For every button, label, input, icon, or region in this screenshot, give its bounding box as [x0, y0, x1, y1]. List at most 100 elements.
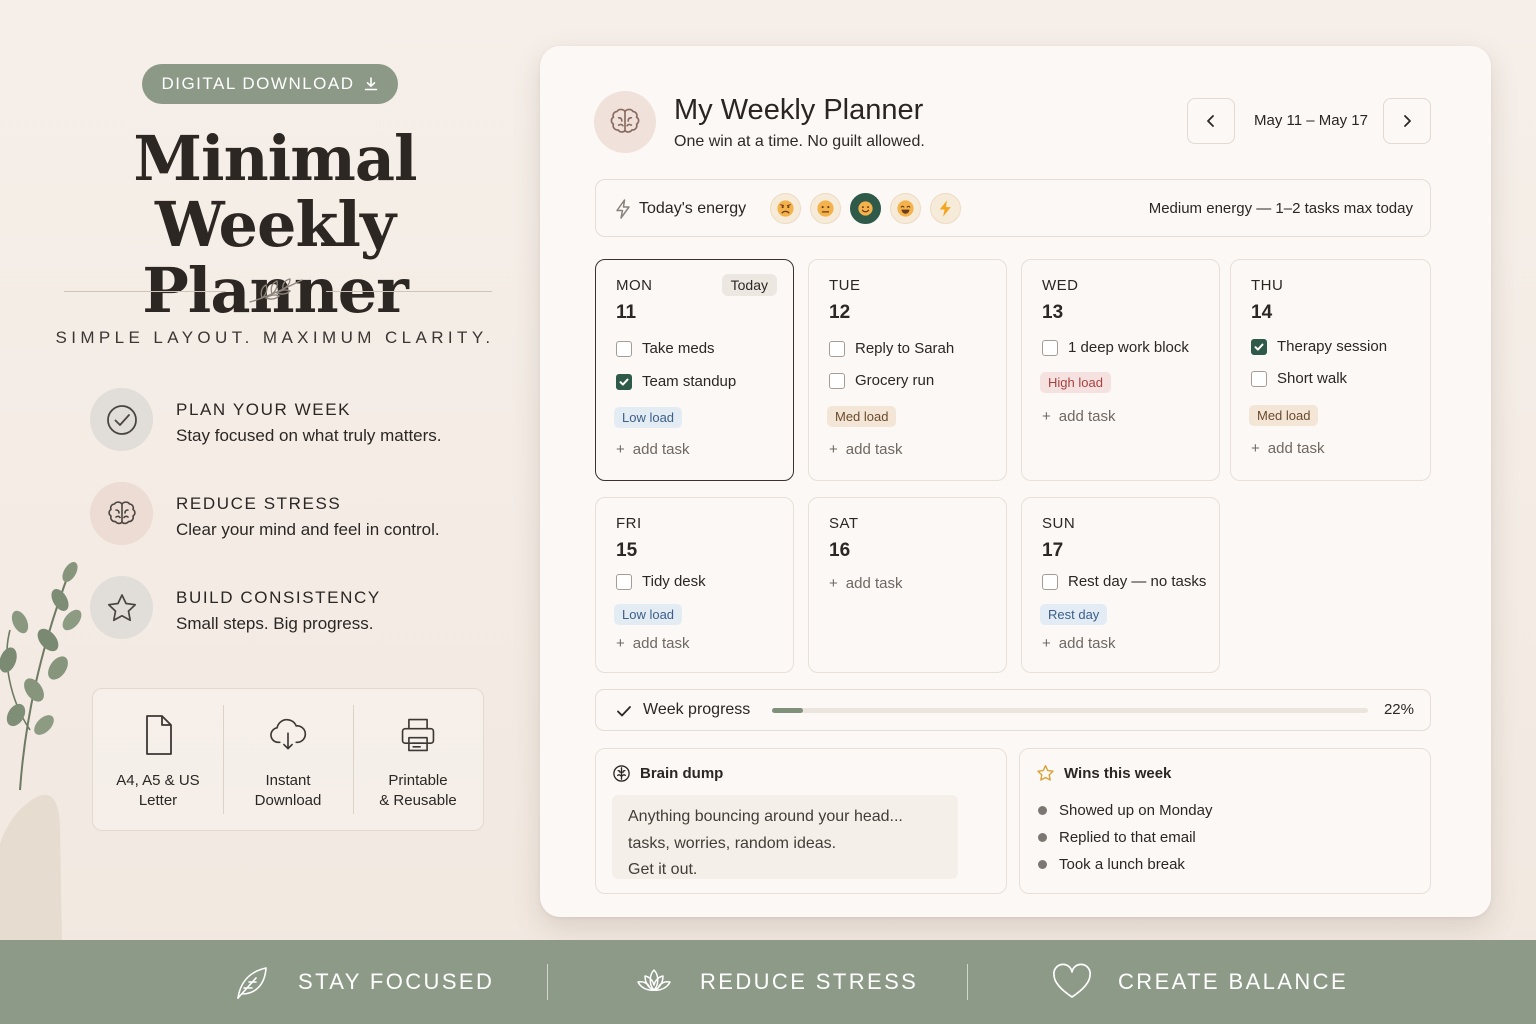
add-task-button[interactable]: + add task — [829, 575, 902, 592]
load-badge: Rest day — [1040, 604, 1108, 625]
brain-icon — [613, 765, 630, 782]
checkbox-checked[interactable] — [1251, 338, 1267, 355]
star-icon — [107, 593, 136, 621]
task-item[interactable]: Therapy session — [1251, 338, 1387, 355]
planner-card: My Weekly Planner One win at a time. No … — [540, 46, 1491, 917]
brain-dump-textarea[interactable]: Anything bouncing around your head... ta… — [612, 795, 958, 879]
plus-icon: + — [616, 441, 625, 458]
progress-fill — [772, 708, 804, 713]
mood-option-low[interactable] — [810, 193, 841, 224]
task-item[interactable]: Short walk — [1251, 370, 1347, 387]
footer-item-balance: CREATE BALANCE — [1050, 940, 1348, 1024]
feature-consistency: BUILD CONSISTENCY Small steps. Big progr… — [90, 576, 520, 640]
add-task-button[interactable]: + add task — [829, 441, 902, 458]
task-item[interactable]: Tidy desk — [616, 573, 706, 590]
checkbox[interactable] — [1251, 370, 1267, 387]
task-item[interactable]: Take meds — [616, 340, 715, 357]
check-icon — [619, 378, 629, 386]
footer-divider — [967, 964, 968, 1000]
day-card-tue: TUE 12 Reply to Sarah Grocery run Med lo… — [808, 259, 1007, 481]
sad-face-icon — [777, 200, 794, 217]
load-badge: Low load — [614, 407, 683, 428]
load-badge: Low load — [614, 604, 683, 625]
divider-right — [326, 291, 492, 292]
lightning-icon — [939, 200, 951, 217]
load-badge: Med load — [1249, 405, 1319, 426]
checkbox[interactable] — [1042, 573, 1058, 590]
load-badge: Med load — [827, 406, 897, 427]
smile-face-icon — [858, 201, 873, 216]
format-download: Instant Download — [223, 689, 353, 830]
task-item[interactable]: Team standup — [616, 373, 736, 390]
plus-icon: + — [829, 441, 838, 458]
page-subtitle: One win at a time. No guilt allowed. — [674, 133, 925, 150]
add-task-button[interactable]: + add task — [616, 441, 689, 458]
checkbox[interactable] — [1042, 339, 1058, 356]
plus-icon: + — [1042, 635, 1051, 652]
tagline: SIMPLE LAYOUT. MAXIMUM CLARITY. — [55, 328, 495, 347]
today-badge: Today — [721, 274, 777, 296]
mood-option-high[interactable] — [930, 193, 961, 224]
add-task-button[interactable]: + add task — [1251, 440, 1324, 457]
prev-week-button[interactable] — [1187, 98, 1235, 144]
plus-icon: + — [1251, 440, 1260, 457]
page-title: My Weekly Planner — [674, 94, 924, 126]
checkbox[interactable] — [616, 573, 632, 590]
checkbox[interactable] — [829, 340, 845, 357]
list-item: Replied to that email — [1038, 824, 1212, 851]
next-week-button[interactable] — [1383, 98, 1431, 144]
checkbox-checked[interactable] — [616, 373, 632, 390]
add-task-button[interactable]: + add task — [616, 635, 689, 652]
footer-divider — [547, 964, 548, 1000]
format-sizes: A4, A5 & US Letter — [93, 689, 223, 830]
brain-icon — [610, 108, 640, 133]
task-item[interactable]: Grocery run — [829, 372, 934, 389]
check-icon — [617, 706, 631, 717]
task-item[interactable]: 1 deep work block — [1042, 339, 1189, 356]
week-progress: Week progress 22% — [595, 689, 1431, 731]
printer-icon — [401, 718, 435, 752]
lotus-icon — [637, 969, 671, 991]
lightning-icon — [616, 199, 630, 219]
brain-dump-panel: Brain dump Anything bouncing around your… — [595, 748, 1007, 894]
avatar — [594, 91, 656, 153]
energy-selector — [770, 193, 961, 224]
list-item: Showed up on Monday — [1038, 797, 1212, 824]
plant-vase-decoration — [0, 562, 82, 940]
list-item: Took a lunch break — [1038, 851, 1212, 878]
format-printable: Printable & Reusable — [353, 689, 483, 830]
plus-icon: + — [1042, 408, 1051, 425]
task-item[interactable]: Reply to Sarah — [829, 340, 954, 357]
plus-icon: + — [829, 575, 838, 592]
task-item[interactable]: Rest day — no tasks — [1042, 573, 1206, 590]
mood-option-exhausted[interactable] — [770, 193, 801, 224]
day-card-thu: THU 14 Therapy session Short walk Med lo… — [1230, 259, 1431, 481]
mood-option-medium[interactable] — [850, 193, 881, 224]
chevron-right-icon — [1404, 115, 1411, 127]
document-icon — [146, 715, 172, 755]
chevron-left-icon — [1207, 115, 1214, 127]
check-circle-icon — [106, 404, 137, 435]
plus-icon: + — [616, 635, 625, 652]
add-task-button[interactable]: + add task — [1042, 408, 1115, 425]
wins-panel: Wins this week Showed up on Monday Repli… — [1019, 748, 1431, 894]
checkbox[interactable] — [829, 372, 845, 389]
star-icon — [1037, 764, 1054, 781]
wins-list: Showed up on Monday Replied to that emai… — [1038, 797, 1212, 878]
day-card-sun: SUN 17 Rest day — no tasks Rest day + add… — [1021, 497, 1220, 673]
grin-face-icon — [897, 200, 914, 217]
cloud-download-icon — [270, 718, 307, 750]
footer-item-focused: STAY FOCUSED — [230, 940, 494, 1024]
format-box: A4, A5 & US Letter Instant Download Prin… — [92, 688, 484, 831]
sprig-icon — [249, 278, 303, 303]
energy-bar: Today's energy Medium energy — 1–2 tasks… — [595, 179, 1431, 237]
add-task-button[interactable]: + add task — [1042, 635, 1115, 652]
energy-note: Medium energy — 1–2 tasks max today — [1148, 200, 1413, 217]
promo-panel: DIGITAL DOWNLOAD Minimal Weekly Planner … — [0, 0, 540, 940]
progress-percent: 22% — [1383, 701, 1414, 718]
mood-option-good[interactable] — [890, 193, 921, 224]
footer-item-stress: REDUCE STRESS — [632, 940, 918, 1024]
energy-label: Today's energy — [639, 200, 747, 217]
date-range: May 11 – May 17 — [1254, 112, 1368, 129]
checkbox[interactable] — [616, 340, 632, 357]
